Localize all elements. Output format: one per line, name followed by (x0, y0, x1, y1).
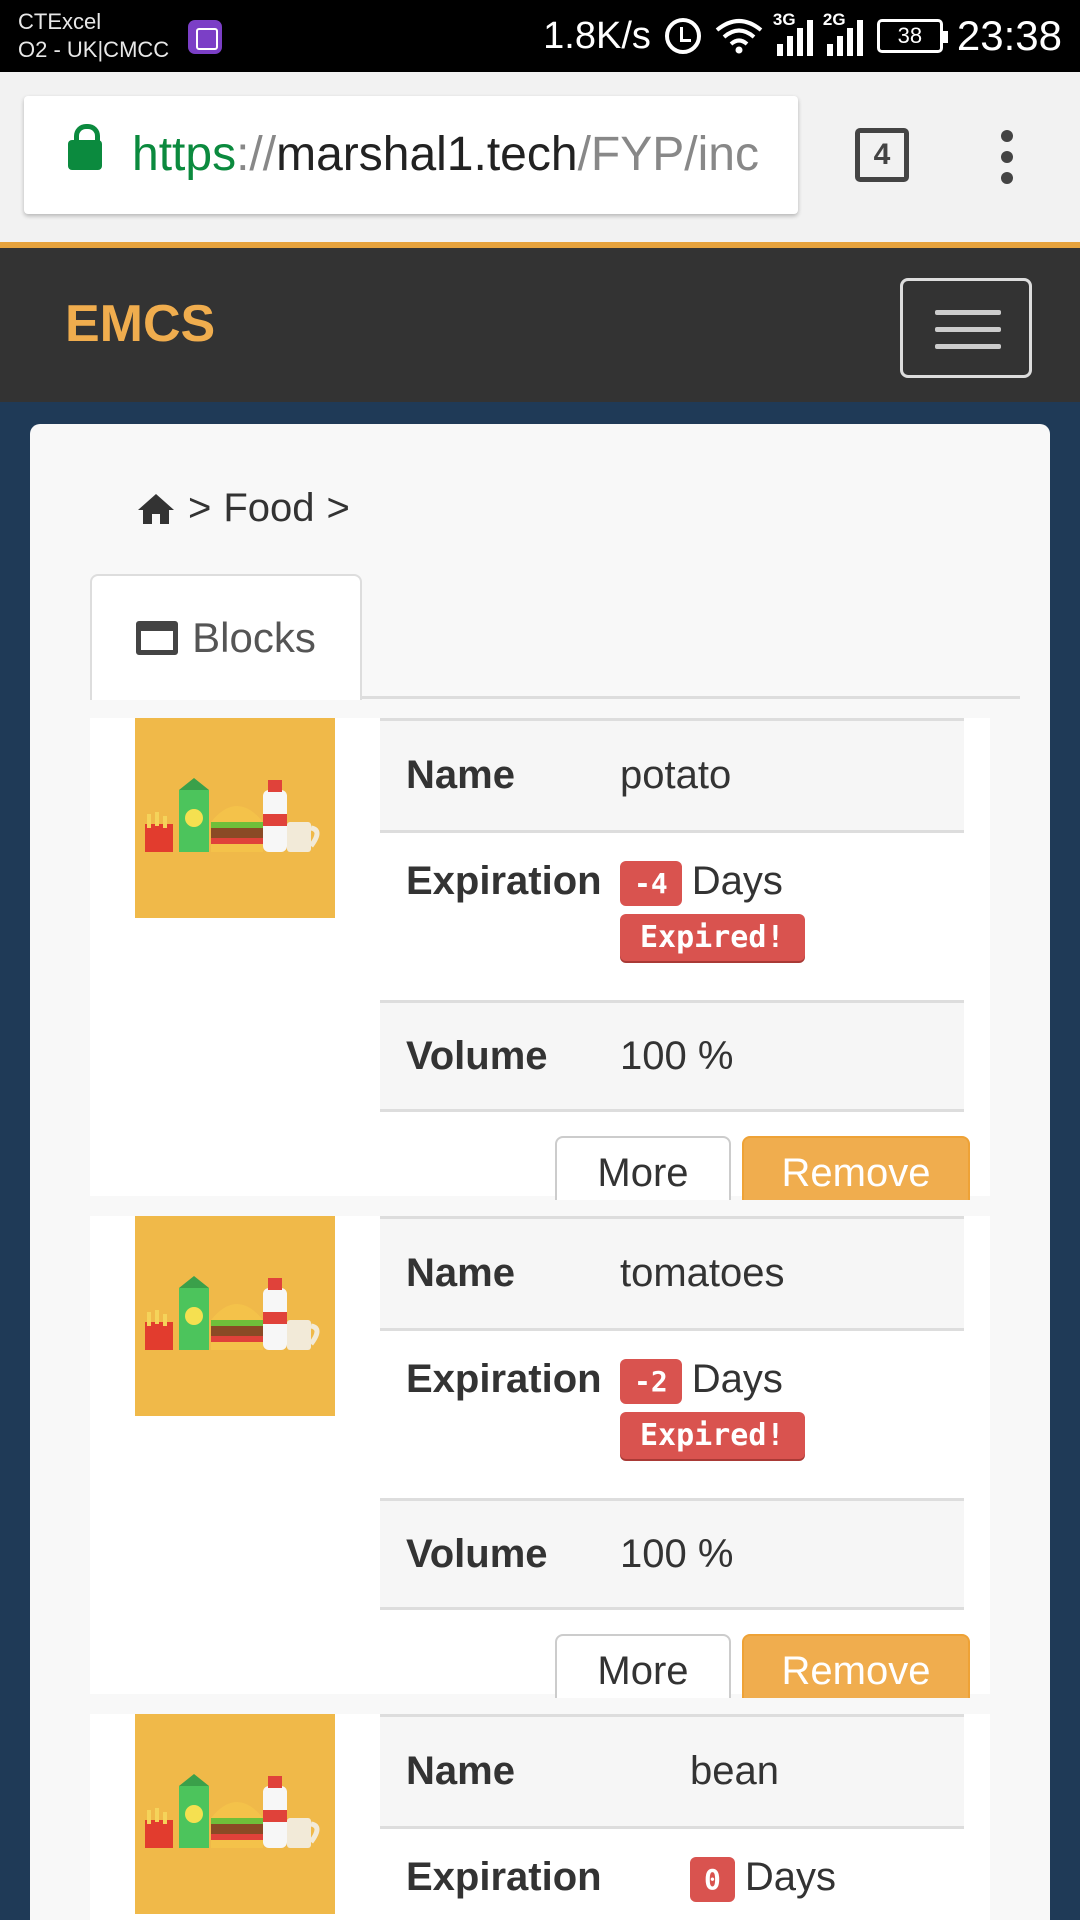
expired-label: Expired! (620, 913, 805, 961)
home-icon[interactable] (136, 492, 176, 526)
food-volume: 100 % (620, 1531, 734, 1576)
gallery-notification-icon (188, 20, 222, 54)
table-row: Expiration 0 Days (380, 1826, 964, 1920)
days-unit: Days (691, 859, 783, 903)
food-block: Name potato Expiration -4 Days Expired! Volu… (90, 718, 990, 1200)
days-badge: 0 (690, 1856, 735, 1902)
status-indicators: 1.8K/s 3G 2G 38 23:38 (543, 0, 1062, 72)
food-name: bean (690, 1749, 779, 1793)
lock-icon[interactable] (68, 124, 102, 170)
food-illustration-icon (145, 1276, 320, 1350)
food-image (135, 1216, 335, 1416)
days-unit: Days (744, 1855, 836, 1899)
expired-label: Expired! (620, 1411, 805, 1459)
table-row: Expiration -4 Days Expired! (380, 830, 964, 1000)
tab-divider (360, 696, 1020, 699)
table-row: Expiration -2 Days Expired! (380, 1328, 964, 1498)
more-button[interactable]: More (555, 1136, 731, 1200)
brand-logo[interactable]: EMCS (65, 294, 215, 354)
url-host: marshal1.tech (276, 128, 578, 181)
carrier-line-2: O2 - UK|CMCC (18, 37, 170, 62)
status-bar: CTExcel O2 - UK|CMCC 1.8K/s 3G 2G 38 23:… (0, 0, 1080, 72)
tab-switcher-button[interactable]: 4 (855, 128, 909, 182)
remove-button[interactable]: Remove (742, 1136, 970, 1200)
table-row: Name tomatoes (380, 1216, 964, 1328)
table-row: Volume 100 % (380, 1498, 964, 1610)
name-label: Name (406, 1749, 515, 1793)
food-illustration-icon (145, 1774, 320, 1848)
food-illustration-icon (145, 778, 320, 852)
expiration-label: Expiration (406, 859, 602, 903)
more-menu-icon[interactable] (1001, 130, 1015, 184)
food-image (135, 718, 335, 918)
days-unit: Days (691, 1357, 783, 1401)
volume-label: Volume (406, 1033, 548, 1078)
breadcrumb: > Food > (136, 486, 350, 531)
battery-icon: 38 (876, 19, 948, 53)
name-label: Name (406, 753, 515, 797)
url-path: /FYP/inc (577, 128, 759, 181)
tab-count: 4 (873, 138, 891, 171)
carrier-line-1: CTExcel (18, 9, 102, 34)
food-block: Name bean Expiration 0 Days (90, 1714, 990, 1920)
food-name: potato (620, 753, 732, 797)
clock: 23:38 (956, 12, 1062, 59)
food-details-table: Name bean Expiration 0 Days (380, 1714, 964, 1920)
table-row: Name bean (380, 1714, 964, 1826)
wifi-icon (715, 19, 763, 54)
food-details-table: Name potato Expiration -4 Days Expired! Volu… (380, 718, 964, 1112)
tab-blocks[interactable]: Blocks (90, 574, 362, 700)
battery-level: 38 (897, 23, 923, 48)
name-label: Name (406, 1251, 515, 1295)
remove-button[interactable]: Remove (742, 1634, 970, 1698)
table-row: Name potato (380, 718, 964, 830)
address-bar[interactable]: https://marshal1.tech/FYP/inc (24, 96, 798, 214)
food-details-table: Name tomatoes Expiration -2 Days Expired! Vo… (380, 1216, 964, 1610)
carrier-info: CTExcel O2 - UK|CMCC (18, 8, 169, 64)
expiration-label: Expiration (406, 1855, 602, 1899)
url-text[interactable]: https://marshal1.tech/FYP/inc (132, 126, 792, 184)
alarm-icon (664, 18, 701, 54)
site-navbar: EMCS (0, 242, 1080, 402)
table-row: Volume 100 % (380, 1000, 964, 1112)
window-icon (136, 621, 179, 655)
food-name: tomatoes (620, 1251, 785, 1295)
breadcrumb-separator: > (326, 486, 350, 530)
food-block: Name tomatoes Expiration -2 Days Expired! Vo… (90, 1216, 990, 1698)
breadcrumb-separator: > (188, 486, 212, 530)
content-card: > Food > Blocks Name potato Expiration -4 D… (30, 424, 1050, 1920)
browser-toolbar: https://marshal1.tech/FYP/inc 4 (0, 72, 1080, 242)
network-type-1: 3G (772, 10, 796, 29)
days-badge: -4 (620, 860, 682, 906)
tab-label: Blocks (192, 614, 316, 661)
expiration-label: Expiration (406, 1357, 602, 1401)
breadcrumb-food[interactable]: Food (223, 486, 314, 531)
network-speed: 1.8K/s (543, 14, 651, 57)
food-volume: 100 % (620, 1033, 734, 1078)
days-badge: -2 (620, 1358, 682, 1404)
more-button[interactable]: More (555, 1634, 731, 1698)
volume-label: Volume (406, 1531, 548, 1576)
signal-2g-icon: 2G (823, 10, 863, 56)
food-image (135, 1714, 335, 1914)
hamburger-menu-button[interactable] (900, 278, 1032, 378)
url-separator: :// (236, 128, 277, 181)
network-type-2: 2G (822, 10, 846, 29)
signal-3g-icon: 3G (773, 10, 813, 56)
url-scheme: https (132, 128, 237, 181)
